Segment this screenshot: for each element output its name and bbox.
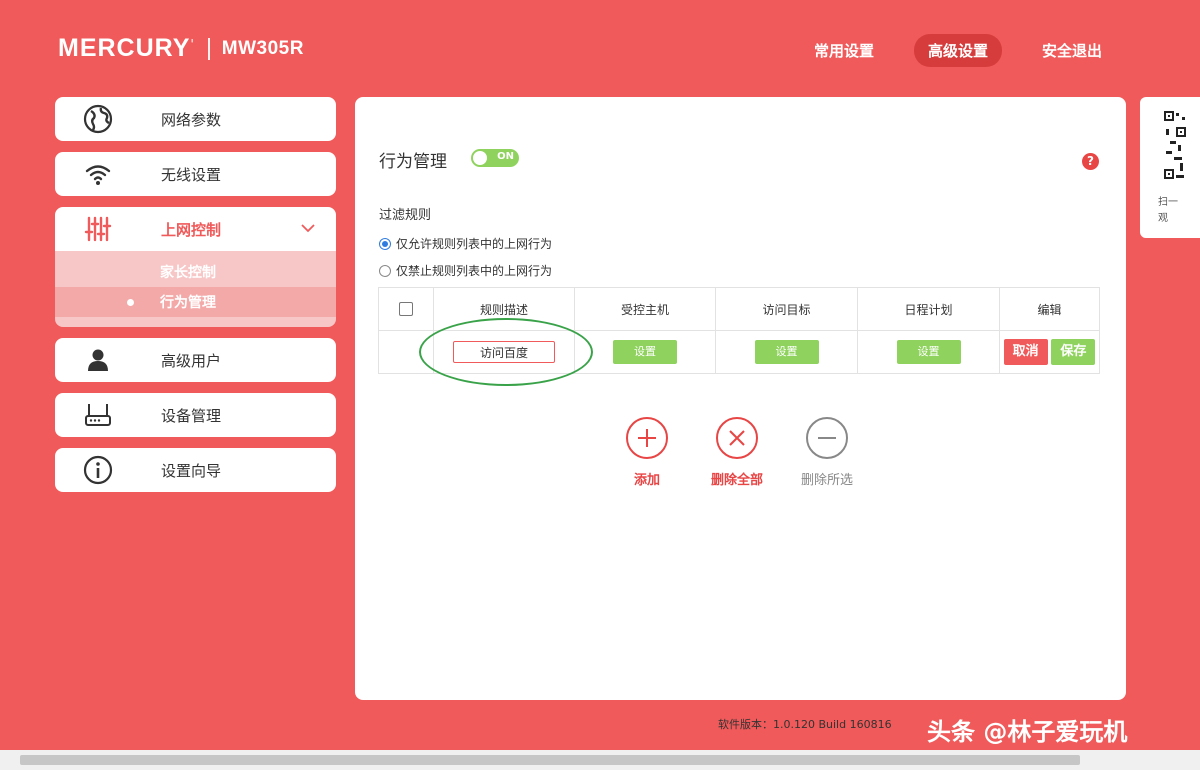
main-panel: 行为管理 ON ? 过滤规则 仅允许规则列表中的上网行为 仅禁止规则列表中的上网… — [355, 97, 1126, 700]
sidebar-item-label: 高级用户 — [161, 351, 222, 370]
toggle-knob — [473, 151, 487, 165]
plus-circle-icon — [626, 417, 668, 459]
filter-rules-label: 过滤规则 — [379, 208, 432, 223]
router-icon — [82, 399, 114, 431]
action-bar: 添加 删除全部 删除所选 — [617, 417, 857, 488]
row-select-cell — [378, 330, 434, 374]
sidebar-subitem-label: 行为管理 — [160, 295, 216, 311]
horizontal-scrollbar[interactable] — [0, 750, 1200, 770]
brand-separator — [207, 37, 210, 60]
description-cell — [433, 330, 575, 374]
sidebar-subitem-parental-control[interactable]: 家长控制 — [55, 257, 336, 287]
wifi-icon — [82, 158, 114, 190]
host-settings-button[interactable]: 设置 — [613, 340, 677, 364]
sidebar-subitem-behavior-management[interactable]: 行为管理 — [55, 287, 336, 317]
add-label: 添加 — [633, 473, 660, 488]
sidebar-item-label: 无线设置 — [161, 165, 222, 184]
table-header-row: 规则描述 受控主机 访问目标 日程计划 编辑 — [378, 287, 1100, 331]
save-button[interactable]: 保存 — [1051, 339, 1096, 365]
sidebar-item-label: 上网控制 — [161, 220, 222, 239]
rules-table: 规则描述 受控主机 访问目标 日程计划 编辑 设置 设置 设置 取消 保存 — [378, 287, 1100, 374]
behavior-toggle[interactable]: ON — [471, 149, 519, 167]
select-all-cell — [378, 287, 434, 331]
target-settings-button[interactable]: 设置 — [754, 340, 819, 364]
column-header-description: 规则描述 — [433, 287, 575, 331]
sidebar-item-label: 设置向导 — [161, 461, 222, 480]
delete-all-label: 删除全部 — [710, 473, 763, 488]
brand-logo-mark: ' — [190, 36, 194, 51]
radio-deny-label: 仅禁止规则列表中的上网行为 — [396, 264, 553, 278]
brand: MERCURY ' MW305R — [58, 34, 304, 63]
qr-card-line2: 观 — [1158, 213, 1168, 224]
radio-deny-list[interactable]: 仅禁止规则列表中的上网行为 — [379, 262, 552, 279]
sidebar: 网络参数 无线设置 上网控制 家长控制 行为管理 高级用户 设备管理 设置向导 — [55, 97, 336, 503]
column-header-schedule: 日程计划 — [857, 287, 1000, 331]
watermark: 头条 @林子爱玩机 — [927, 718, 1128, 746]
delete-selected-button[interactable]: 删除所选 — [797, 417, 857, 488]
nav-common-settings[interactable]: 常用设置 — [800, 34, 888, 67]
sidebar-item-device-management[interactable]: 设备管理 — [55, 393, 336, 437]
active-dot-icon — [127, 299, 134, 306]
info-icon — [82, 454, 114, 486]
brand-logo: MERCURY — [58, 34, 191, 62]
x-circle-icon — [716, 417, 758, 459]
sidebar-item-network[interactable]: 网络参数 — [55, 97, 336, 141]
sidebar-item-advanced-users[interactable]: 高级用户 — [55, 338, 336, 382]
column-header-edit: 编辑 — [999, 287, 1100, 331]
sidebar-item-label: 网络参数 — [161, 110, 222, 129]
chevron-down-icon[interactable] — [300, 220, 316, 240]
qr-card[interactable]: 扫一 观 — [1140, 97, 1200, 238]
radio-allow-label: 仅允许规则列表中的上网行为 — [396, 237, 553, 251]
host-cell: 设置 — [574, 330, 716, 374]
scrollbar-thumb[interactable] — [20, 755, 1080, 765]
nav-advanced-settings[interactable]: 高级设置 — [913, 34, 1002, 67]
delete-selected-label: 删除所选 — [800, 473, 853, 488]
radio-button-selected[interactable] — [379, 237, 391, 250]
qr-card-line1: 扫一 — [1158, 197, 1178, 208]
toggle-text: ON — [497, 151, 514, 162]
edit-cell: 取消 保存 — [999, 330, 1100, 374]
sidebar-submenu: 家长控制 行为管理 — [55, 251, 336, 327]
sidebar-item-label: 设备管理 — [161, 406, 222, 425]
firmware-version: 软件版本：1.0.120 Build 160816 — [718, 718, 892, 731]
qr-code-icon — [1162, 109, 1188, 185]
sliders-icon — [82, 213, 114, 245]
schedule-settings-button[interactable]: 设置 — [896, 340, 961, 364]
schedule-cell: 设置 — [857, 330, 1000, 374]
nav-logout[interactable]: 安全退出 — [1028, 34, 1116, 67]
top-nav: 常用设置 高级设置 安全退出 — [800, 34, 1116, 67]
add-button[interactable]: 添加 — [617, 417, 677, 488]
minus-circle-icon — [806, 417, 848, 459]
radio-allow-list[interactable]: 仅允许规则列表中的上网行为 — [379, 235, 552, 252]
model-name: MW305R — [221, 37, 304, 59]
qr-card-text: 扫一 观 — [1158, 195, 1178, 227]
help-icon[interactable]: ? — [1082, 153, 1099, 170]
user-icon — [82, 344, 114, 376]
column-header-target: 访问目标 — [715, 287, 858, 331]
table-row: 设置 设置 设置 取消 保存 — [378, 330, 1100, 374]
rule-description-input[interactable] — [453, 341, 555, 363]
cancel-button[interactable]: 取消 — [1003, 339, 1048, 365]
sidebar-item-wireless[interactable]: 无线设置 — [55, 152, 336, 196]
globe-icon — [82, 103, 114, 135]
radio-button[interactable] — [379, 264, 391, 277]
page-title: 行为管理 — [379, 152, 447, 172]
sidebar-item-internet-control[interactable]: 上网控制 — [55, 207, 336, 251]
delete-all-button[interactable]: 删除全部 — [707, 417, 767, 488]
column-header-host: 受控主机 — [574, 287, 716, 331]
target-cell: 设置 — [715, 330, 858, 374]
select-all-checkbox[interactable] — [399, 302, 413, 317]
sidebar-item-setup-wizard[interactable]: 设置向导 — [55, 448, 336, 492]
